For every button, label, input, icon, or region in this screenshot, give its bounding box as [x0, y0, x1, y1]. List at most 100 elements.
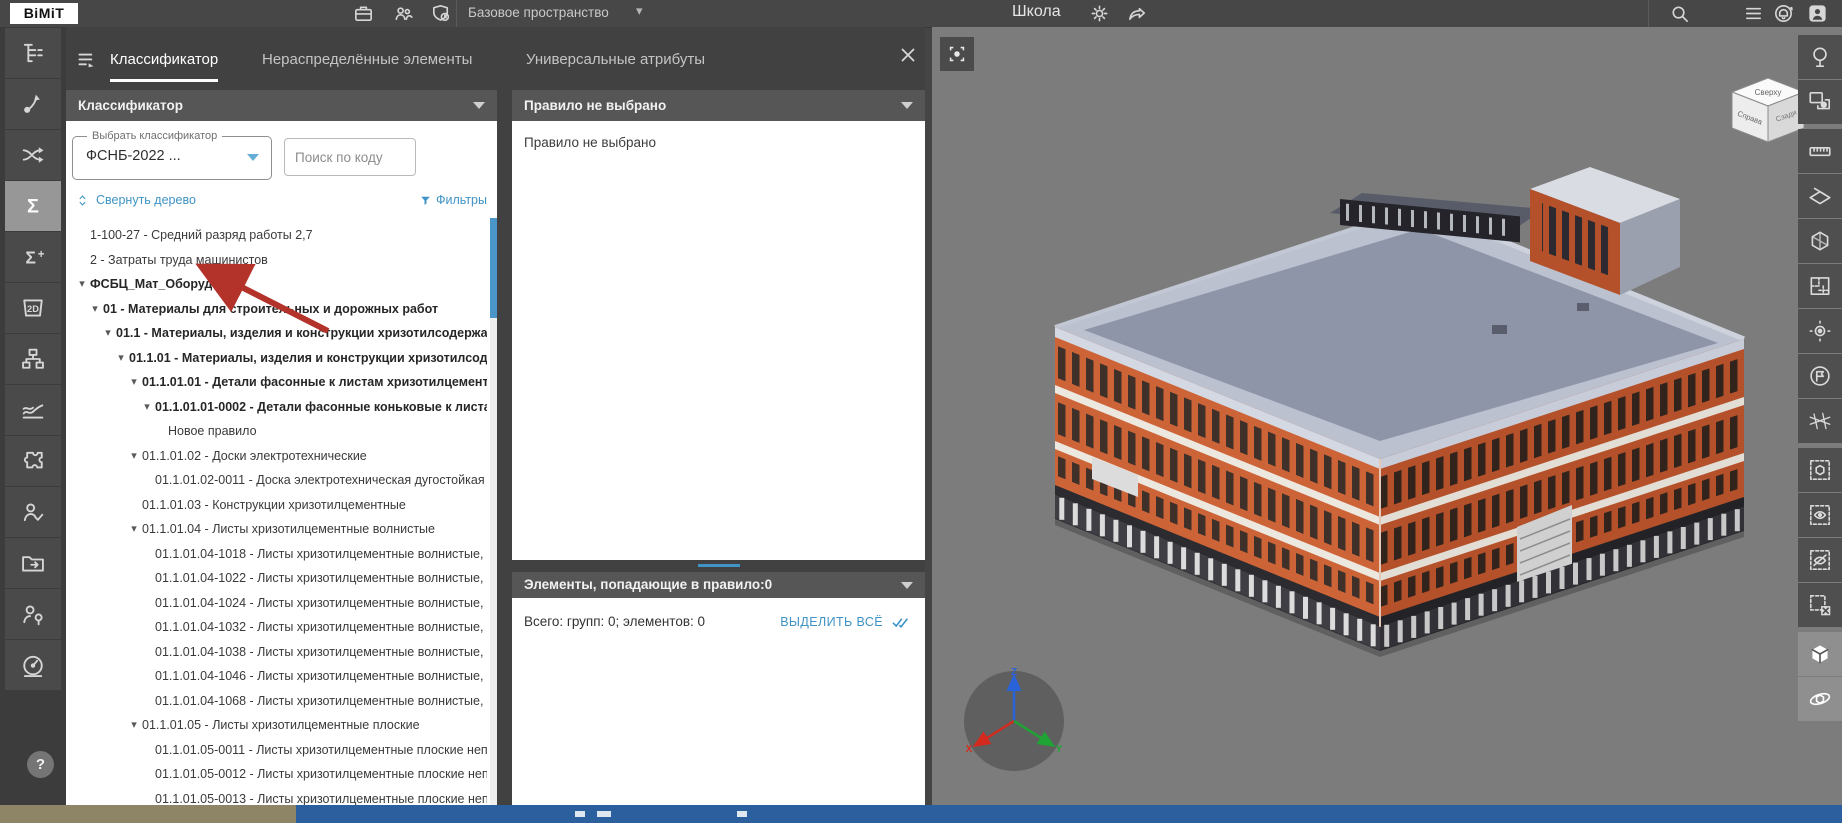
expand-arrow-icon[interactable]: ▾ [113, 346, 129, 371]
close-icon[interactable] [897, 44, 919, 66]
splitter-handle[interactable] [697, 564, 740, 567]
locate-button[interactable] [1798, 309, 1842, 353]
elements-section-header[interactable]: Элементы, попадающие в правило:0 [512, 572, 925, 598]
chart-lines-tool-button[interactable] [5, 385, 61, 435]
floorplan-button[interactable] [1798, 264, 1842, 308]
tab-unallocated-elements[interactable]: Нераспределённые элементы [262, 45, 472, 79]
sheet-2d-tool-button[interactable]: 2D [5, 283, 61, 333]
tree-row[interactable]: ▾ 01.1.01.02 - Доски электротехнические [66, 444, 487, 469]
user-avatar-icon[interactable] [1806, 2, 1829, 25]
team-icon[interactable] [392, 2, 415, 25]
shaded-view-button[interactable] [1798, 632, 1842, 676]
share-icon[interactable] [1126, 2, 1149, 25]
rule-body: Правило не выбрано [512, 121, 925, 560]
tree-scrollbar[interactable] [490, 218, 497, 805]
tree-row[interactable]: 2 - Затраты труда машинистов [66, 248, 487, 273]
panel-splitter[interactable] [512, 560, 925, 572]
expand-arrow-icon[interactable]: ▾ [87, 297, 103, 322]
tree-actions-row: Свернуть дерево Фильтры [66, 192, 497, 214]
gauge-tool-button[interactable] [5, 640, 61, 690]
filters-link[interactable]: Фильтры [419, 193, 487, 207]
tree-row[interactable]: Новое правило [66, 419, 487, 444]
expand-arrow-icon[interactable]: ▾ [126, 517, 142, 542]
expand-arrow-icon[interactable]: ▾ [126, 444, 142, 469]
workspace-selector[interactable]: Базовое пространство [468, 5, 609, 20]
list-menu-icon[interactable] [1742, 2, 1765, 25]
tree-row[interactable]: ▾ ФСБЦ_Мат_Оборуд [66, 272, 487, 297]
tree-row[interactable]: 1-100-27 - Средний разряд работы 2,7 [66, 223, 487, 248]
tree-row[interactable]: ▾ 01.1.01.01-0002 - Детали фасонные коньк… [66, 395, 487, 420]
capture-viewpoint-button[interactable] [940, 37, 974, 71]
expand-arrow-icon[interactable]: ▾ [126, 370, 142, 395]
tab-universal-attributes[interactable]: Универсальные атрибуты [526, 45, 705, 79]
classifier-select-label: Выбрать классификатор [87, 130, 223, 142]
briefcase-icon[interactable] [352, 2, 375, 25]
show-selection-button[interactable] [1798, 493, 1842, 537]
tree-row[interactable]: ▾ 01.1.01.05 - Листы хризотилцементные пл… [66, 713, 487, 738]
tree-row[interactable]: 01.1.01.02-0011 - Доска электротехническ… [66, 468, 487, 493]
folder-share-tool-button[interactable] [5, 538, 61, 588]
tree-row[interactable]: ▾ 01 - Материалы для строительных и дорож… [66, 297, 487, 322]
section-plane-button[interactable] [1798, 174, 1842, 218]
panel-menu-icon[interactable] [74, 47, 100, 73]
tree-row[interactable]: ▾ 01.1 - Материалы, изделия и конструкции… [66, 321, 487, 346]
user-check-tool-button[interactable] [5, 487, 61, 537]
view-cube-top-label[interactable]: Сверху [1755, 88, 1782, 97]
collapse-tree-link[interactable]: Свернуть дерево [76, 193, 196, 207]
expand-arrow-icon[interactable]: ▾ [74, 272, 90, 297]
sigma-plus-tool-button[interactable]: Σ + [5, 232, 61, 282]
flag-button[interactable] [1798, 354, 1842, 398]
3d-viewport[interactable]: Сверху Справа Сзади Z X Y [932, 27, 1842, 805]
sigma-tool-button[interactable]: Σ [5, 181, 61, 231]
tree-row[interactable]: 01.1.01.05-0013 - Листы хризотилцементны… [66, 787, 487, 806]
scrollbar-thumb[interactable] [490, 218, 497, 318]
tree-row[interactable]: ▾ 01.1.01.04 - Листы хризотилцементные во… [66, 517, 487, 542]
tree-row[interactable]: ▾ 01.1.01.01 - Детали фасонные к листам х… [66, 370, 487, 395]
structure-tree-tool-button[interactable] [5, 28, 61, 78]
tree-row[interactable]: 01.1.01.04-1046 - Листы хризотилцементны… [66, 664, 487, 689]
classifier-select[interactable]: Выбрать классификатор ФСНБ-2022 ... [72, 130, 272, 180]
user-pin-tool-button[interactable] [5, 589, 61, 639]
tree-row[interactable]: 01.1.01.04-1018 - Листы хризотилцементны… [66, 542, 487, 567]
select-all-link[interactable]: ВЫДЕЛИТЬ ВСЁ [780, 614, 911, 630]
rule-section-header[interactable]: Правило не выбрано [512, 90, 925, 121]
grid-axes-button[interactable] [1798, 399, 1842, 443]
select-node-tool-button[interactable] [5, 79, 61, 129]
document-title: Школа [1012, 3, 1061, 20]
tree-row[interactable]: 01.1.01.05-0012 - Листы хризотилцементны… [66, 762, 487, 787]
expand-arrow-icon[interactable]: ▾ [126, 713, 142, 738]
section-box-button[interactable] [1798, 219, 1842, 263]
notifications-icon[interactable] [1772, 2, 1795, 25]
plugins-tool-button[interactable] [5, 436, 61, 486]
tree-row[interactable]: 01.1.01.05-0011 - Листы хризотилцементны… [66, 738, 487, 763]
expand-arrow-icon[interactable]: ▾ [139, 395, 155, 420]
help-button[interactable]: ? [27, 751, 54, 778]
tree-row[interactable]: 01.1.01.03 - Конструкции хризотилцементн… [66, 493, 487, 518]
tree-row[interactable]: 01.1.01.04-1038 - Листы хризотилцементны… [66, 640, 487, 665]
tree-row[interactable]: 01.1.01.04-1068 - Листы хризотилцементны… [66, 689, 487, 714]
expand-arrow-icon[interactable]: ▾ [100, 321, 116, 346]
tree-row[interactable]: 01.1.01.04-1022 - Листы хризотилцементны… [66, 566, 487, 591]
tree-row[interactable]: 01.1.01.04-1032 - Листы хризотилцементны… [66, 615, 487, 640]
code-search-input[interactable] [284, 138, 416, 176]
orbit-icon [1809, 692, 1831, 706]
capture-region-button[interactable] [1798, 80, 1842, 124]
search-icon[interactable] [1668, 2, 1691, 25]
classifier-section-header[interactable]: Классификатор [66, 90, 497, 121]
environment-button[interactable] [1798, 35, 1842, 79]
hide-selection-button[interactable] [1798, 538, 1842, 582]
tree-row[interactable]: 01.1.01.04-1024 - Листы хризотилцементны… [66, 591, 487, 616]
isolate-selection-button[interactable] [1798, 448, 1842, 492]
org-chart-tool-button[interactable] [5, 334, 61, 384]
gear-icon[interactable] [1088, 2, 1111, 25]
axis-gizmo[interactable]: Z X Y [954, 659, 1074, 779]
measure-button[interactable] [1798, 129, 1842, 173]
orbit-view-button[interactable] [1798, 677, 1842, 721]
tab-classifier[interactable]: Классификатор [110, 45, 219, 82]
clear-selection-button[interactable] [1798, 583, 1842, 627]
shield-check-icon[interactable] [430, 2, 453, 25]
chevron-down-icon[interactable]: ▾ [636, 3, 643, 19]
bottom-bar-mark [575, 811, 585, 817]
shuffle-tool-button[interactable] [5, 130, 61, 180]
tree-row[interactable]: ▾ 01.1.01 - Материалы, изделия и конструк… [66, 346, 487, 371]
